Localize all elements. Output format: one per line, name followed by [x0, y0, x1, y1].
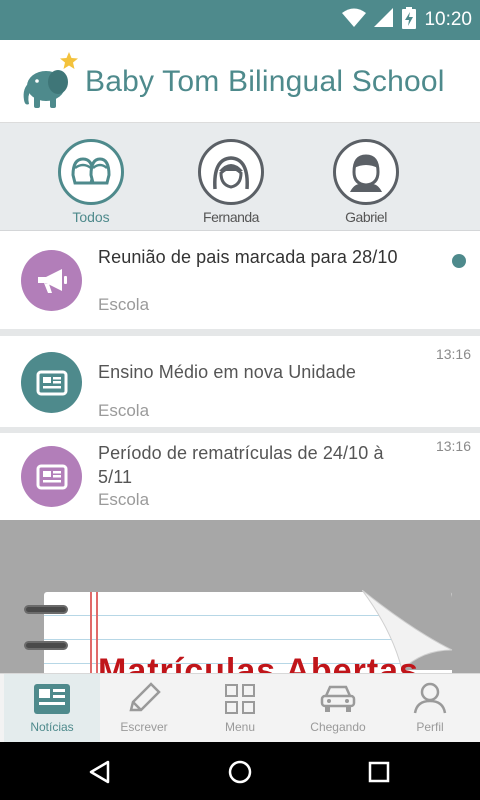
- filter-label: Gabriel: [345, 209, 387, 225]
- filter-label: Fernanda: [203, 209, 259, 225]
- news-feed[interactable]: Reunião de pais marcada para 28/10 Escol…: [0, 231, 480, 673]
- signal-icon: [374, 7, 394, 33]
- filter-label: Todos: [72, 209, 110, 225]
- news-source: Escola: [98, 401, 150, 420]
- car-icon: [290, 674, 386, 714]
- wifi-icon: [342, 8, 367, 33]
- tab-menu[interactable]: Menu: [192, 674, 288, 743]
- newspaper-icon: [21, 352, 82, 413]
- back-icon[interactable]: [79, 752, 119, 792]
- tab-label: Perfil: [416, 720, 444, 734]
- tab-escrever[interactable]: Escrever: [96, 674, 192, 743]
- news-source: Escola: [98, 490, 150, 509]
- news-item[interactable]: Ensino Médio em nova Unidade Escola 13:1…: [0, 336, 480, 427]
- news-icon: [4, 674, 100, 714]
- girl-avatar-icon: [198, 139, 264, 205]
- tab-label: Chegando: [310, 720, 366, 734]
- newspaper-icon: [21, 446, 82, 507]
- news-source: Escola: [98, 295, 150, 314]
- person-icon: [382, 674, 478, 714]
- tab-label: Notícias: [30, 720, 74, 734]
- margin-line: [90, 592, 92, 673]
- news-title: Período de rematrículas de 24/10 à 5/11: [98, 443, 384, 487]
- banner-text: Matrículas Abertas: [98, 652, 419, 673]
- news-time: 13:16: [435, 438, 471, 454]
- system-navigation-bar: [0, 742, 480, 800]
- notebook-ring: [24, 641, 68, 650]
- news-item[interactable]: Reunião de pais marcada para 28/10 Escol…: [0, 231, 480, 329]
- recents-icon[interactable]: [359, 752, 399, 792]
- unread-indicator: [452, 254, 466, 268]
- grid-icon: [192, 674, 288, 714]
- tab-label: Escrever: [120, 720, 168, 734]
- status-icons: 10:20: [342, 0, 472, 40]
- news-title: Reunião de pais marcada para 28/10: [98, 247, 398, 267]
- boy-avatar-icon: [333, 139, 399, 205]
- megaphone-icon: [21, 250, 82, 311]
- notebook-ring: [24, 605, 68, 614]
- tab-chegando[interactable]: Chegando: [290, 674, 386, 743]
- tab-perfil[interactable]: Perfil: [382, 674, 478, 743]
- enrollment-banner-image[interactable]: Matrículas Abertas: [0, 520, 480, 673]
- home-icon[interactable]: [220, 752, 260, 792]
- news-title: Ensino Médio em nova Unidade: [98, 362, 356, 382]
- battery-charging-icon: [402, 6, 417, 34]
- filter-gabriel[interactable]: Gabriel: [321, 139, 411, 225]
- student-filter-bar: Todos Fernanda Gabriel: [0, 123, 480, 231]
- filter-todos[interactable]: Todos: [46, 139, 136, 225]
- status-bar: 10:20: [0, 0, 480, 40]
- app-header: Baby Tom Bilingual School: [0, 40, 480, 123]
- tab-label: Menu: [224, 720, 256, 734]
- elephant-logo: [20, 48, 82, 112]
- filter-fernanda[interactable]: Fernanda: [186, 139, 276, 225]
- group-avatar-icon: [58, 139, 124, 205]
- bottom-navigation: Notícias Escrever Menu Chegando Perfil: [0, 673, 480, 743]
- tab-noticias[interactable]: Notícias: [4, 674, 100, 743]
- pencil-icon: [96, 674, 192, 714]
- status-time: 10:20: [424, 9, 472, 30]
- news-time: 13:16: [435, 346, 471, 362]
- app-title: Baby Tom Bilingual School: [85, 65, 445, 98]
- news-item[interactable]: Período de rematrículas de 24/10 à 5/11 …: [0, 433, 480, 533]
